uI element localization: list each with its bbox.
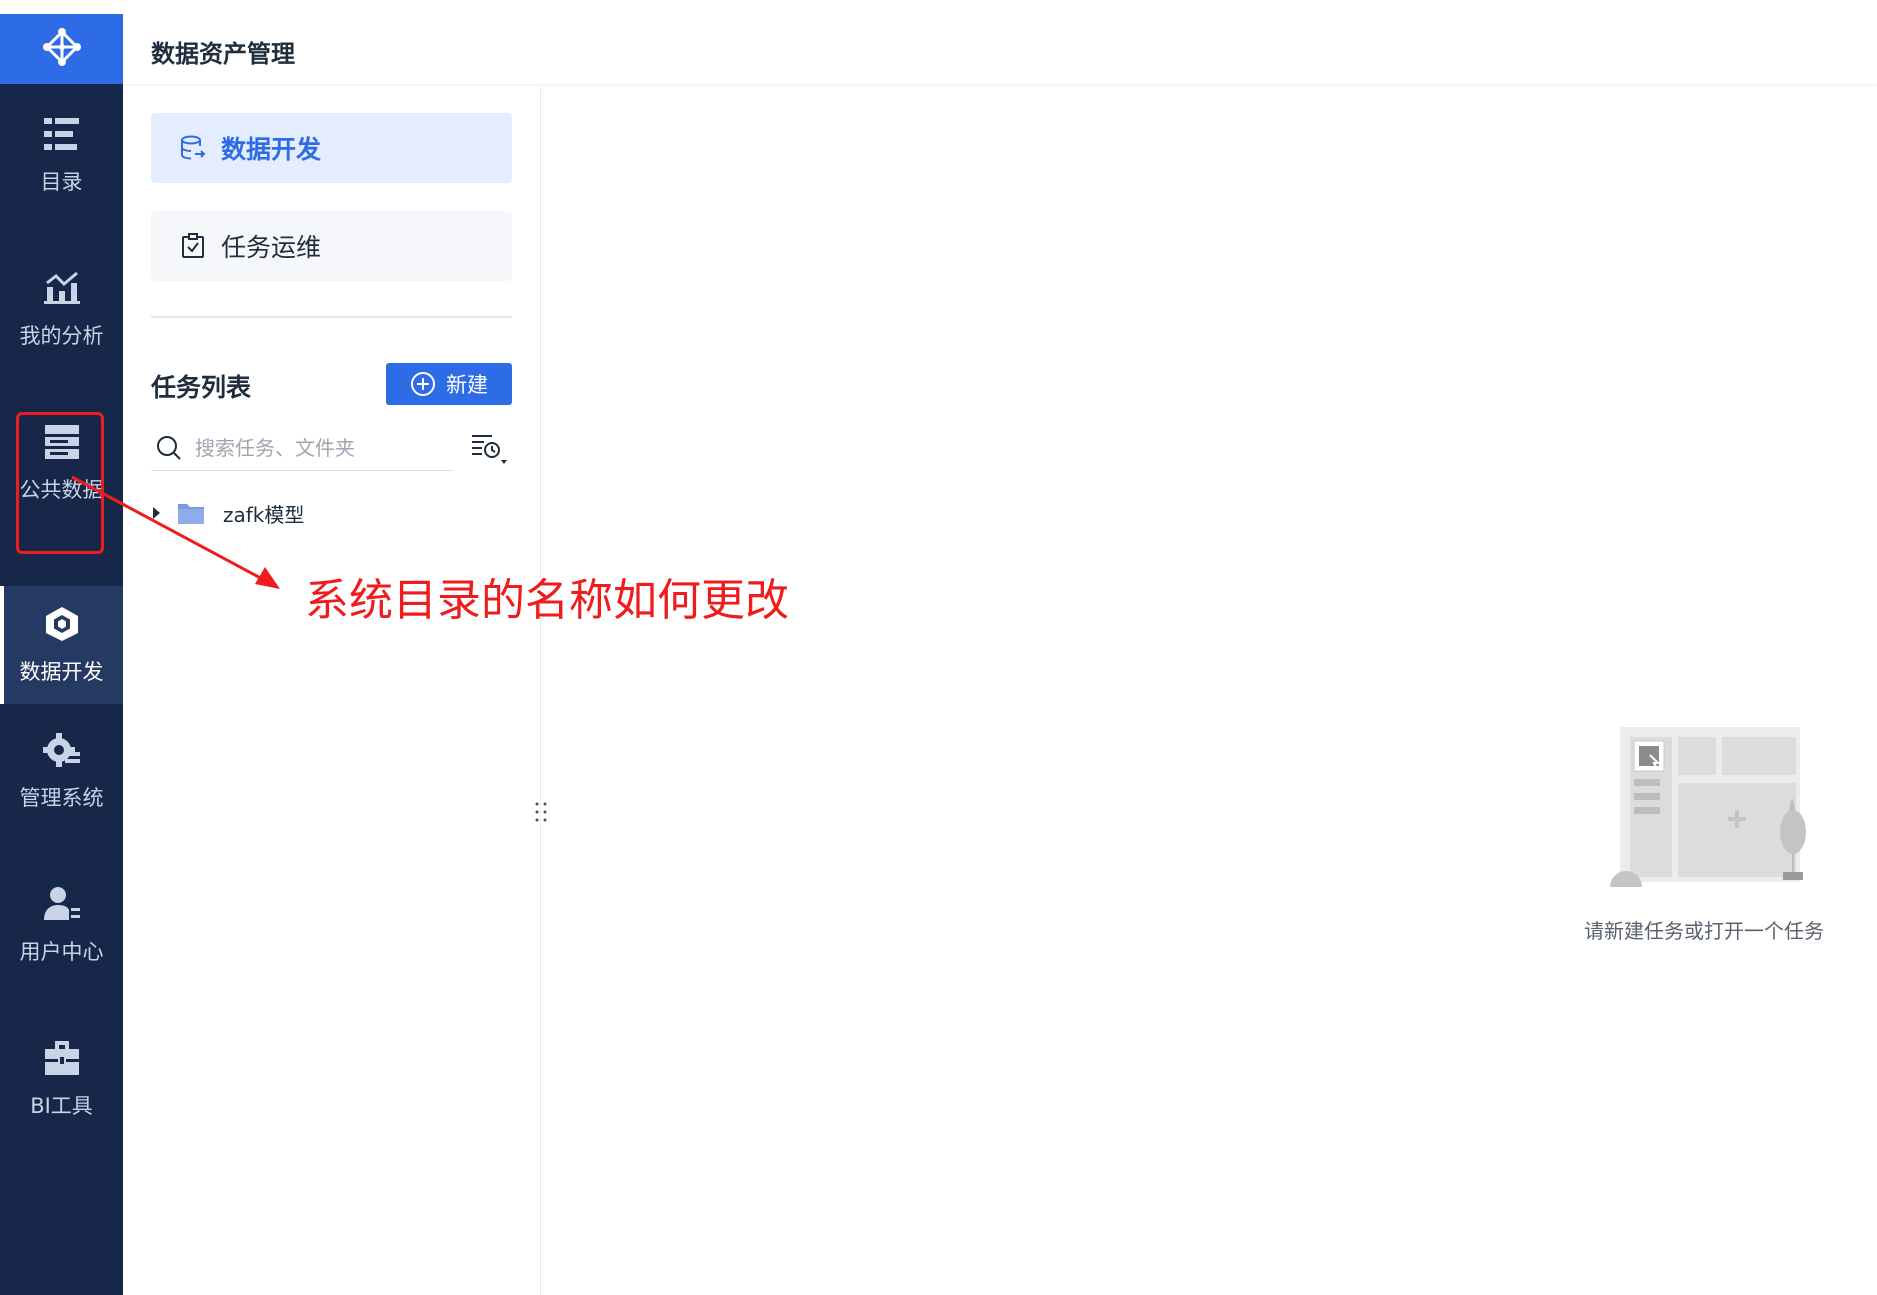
nav-label-admin: 管理系统: [19, 786, 104, 810]
nav-label-catalog: 目录: [40, 170, 83, 194]
history-filter-icon: [472, 435, 507, 464]
nav-item-catalog[interactable]: 目录: [0, 96, 123, 214]
search-input[interactable]: [193, 435, 447, 461]
nav-label-user-center: 用户中心: [19, 940, 104, 964]
nav-label-bi-tools: BI工具: [30, 1094, 93, 1118]
annotation-highlight-box: [16, 412, 104, 554]
nav-item-data-dev[interactable]: 数据开发: [0, 586, 123, 704]
search-icon: [155, 434, 183, 462]
clipboard-check-icon: [179, 232, 207, 260]
caret-right-icon[interactable]: [151, 506, 163, 520]
tree-item-name: zafk模型: [223, 502, 305, 527]
user-icon: [42, 884, 82, 924]
nav-item-admin[interactable]: 管理系统: [0, 712, 123, 830]
analysis-chart-icon: [42, 268, 82, 308]
resize-handle[interactable]: [532, 800, 550, 830]
catalog-icon: [42, 114, 82, 154]
annotation-text: 系统目录的名称如何更改: [305, 575, 789, 626]
logo-icon: [42, 28, 81, 66]
menu-label-data-dev: 数据开发: [221, 135, 322, 164]
data-dev-panel: 数据开发 任务运维 任务列表 新建 zafk模型: [123, 86, 541, 1295]
folder-icon: [177, 501, 205, 525]
new-task-button[interactable]: 新建: [386, 363, 512, 405]
page-title: 数据资产管理: [151, 40, 295, 68]
panel-divider: [151, 316, 512, 318]
nav-item-user-center[interactable]: 用户中心: [0, 866, 123, 984]
menu-label-task-ops: 任务运维: [221, 233, 322, 262]
nav-item-bi-tools[interactable]: BI工具: [0, 1020, 123, 1138]
empty-state-illustration: [1580, 727, 1820, 891]
left-nav: 目录 我的分析 公共数据 数据开发 管理系统 用户中心 BI工具: [0, 14, 123, 1295]
task-search: [151, 426, 453, 471]
new-task-button-label: 新建: [446, 373, 488, 397]
data-dev-cube-icon: [42, 604, 82, 644]
menu-task-ops[interactable]: 任务运维: [151, 211, 512, 281]
drag-dots-icon: [535, 802, 547, 822]
app-logo[interactable]: [0, 14, 123, 84]
task-list-title: 任务列表: [151, 373, 252, 402]
nav-item-my-analysis[interactable]: 我的分析: [0, 250, 123, 368]
empty-state-text: 请新建任务或打开一个任务: [1584, 919, 1824, 943]
toolbox-icon: [42, 1038, 82, 1078]
tree-item-folder[interactable]: zafk模型: [151, 496, 304, 530]
history-filter-button[interactable]: [470, 432, 510, 468]
panel-splitter-line: [540, 86, 541, 1295]
database-icon: [179, 134, 207, 162]
nav-label-data-dev: 数据开发: [19, 660, 104, 684]
top-header: 数据资产管理: [123, 14, 1877, 84]
plus-circle-icon: [410, 371, 436, 397]
gear-admin-icon: [42, 730, 82, 770]
nav-label-my-analysis: 我的分析: [19, 324, 104, 348]
menu-data-dev[interactable]: 数据开发: [151, 113, 512, 183]
